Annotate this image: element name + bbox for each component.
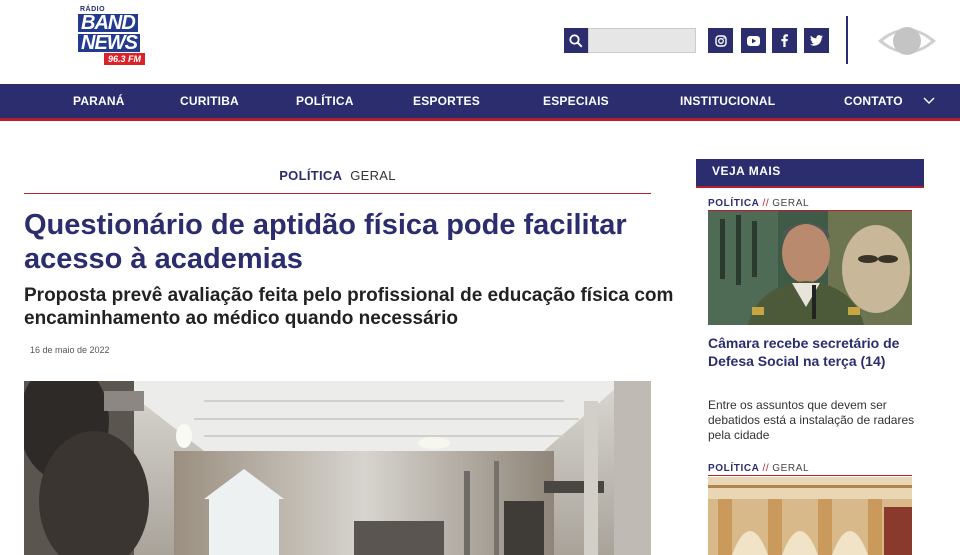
article-kicker: POLÍTICA GERAL [24,168,651,183]
sidebar-item-image[interactable] [708,211,912,325]
nav-item-especiais[interactable]: ESPECIAIS [543,84,609,118]
nav-item-esportes[interactable]: ESPORTES [413,84,480,118]
nav-item-politica[interactable]: POLÍTICA [296,84,354,118]
search-input[interactable] [588,28,696,53]
kicker-divider [24,193,651,194]
twitter-icon [810,35,823,46]
sidebar-item-kicker: POLÍTICA//GERAL [708,198,809,209]
gym-photo [24,381,651,555]
band-eye-logo[interactable] [876,22,938,60]
article-headline: Questionário de aptidão física pode faci… [24,209,627,275]
sidebar-item-subcategory[interactable]: GERAL [772,463,809,474]
article-subcategory[interactable]: GERAL [350,168,396,183]
facebook-icon [781,34,788,47]
search-button[interactable] [564,28,588,53]
logo-frequency: 96.3 FM [104,53,146,65]
header-divider [846,16,848,64]
chevron-down-icon[interactable] [922,95,936,107]
band-eye-icon [878,27,936,55]
nav-item-parana[interactable]: PARANÁ [73,84,125,118]
search-icon [569,33,583,48]
youtube-button[interactable] [741,28,766,53]
instagram-button[interactable] [708,28,733,53]
instagram-icon [714,34,727,47]
sidebar-item-subcategory[interactable]: GERAL [772,198,809,209]
bandnews-logo[interactable]: RÁDIO BAND NEWS 96.3 FM [76,6,150,70]
sidebar-item-title[interactable]: Câmara recebe secretário de Defesa Socia… [708,334,918,370]
sidebar-item-category[interactable]: POLÍTICA [708,463,759,474]
site-header: RÁDIO BAND NEWS 96.3 FM [0,0,960,84]
officer-photo [708,211,912,325]
veja-mais-header: VEJA MAIS [696,159,924,186]
sidebar-item-kicker: POLÍTICA//GERAL [708,463,809,474]
search-bar [564,28,696,53]
youtube-icon [747,35,760,46]
logo-band-text: BAND [78,13,138,33]
nav-item-institucional[interactable]: INSTITUCIONAL [680,84,775,118]
article-category[interactable]: POLÍTICA [279,168,342,183]
nav-item-contato[interactable]: CONTATO [844,84,903,118]
article-hero-image [24,381,651,555]
main-navigation: PARANÁ CURITIBA POLÍTICA ESPORTES ESPECI… [0,84,960,118]
chamber-photo [708,477,912,555]
article-subheadline: Proposta prevê avaliação feita pelo prof… [24,285,674,329]
sidebar-item-image[interactable] [708,477,912,555]
article-date: 16 de maio de 2022 [30,345,110,355]
nav-accent-line [0,118,960,121]
veja-mais-accent-line [696,186,924,188]
nav-item-curitiba[interactable]: CURITIBA [180,84,239,118]
kicker-separator: // [762,463,770,474]
sidebar-item-description: Entre os assuntos que devem ser debatido… [708,398,915,442]
kicker-separator: // [762,198,770,209]
sidebar-item-divider [708,475,912,476]
twitter-button[interactable] [804,28,829,53]
logo-news-text: NEWS [78,33,140,53]
veja-mais-title: VEJA MAIS [712,164,781,178]
sidebar-item-category[interactable]: POLÍTICA [708,198,759,209]
facebook-button[interactable] [772,28,797,53]
